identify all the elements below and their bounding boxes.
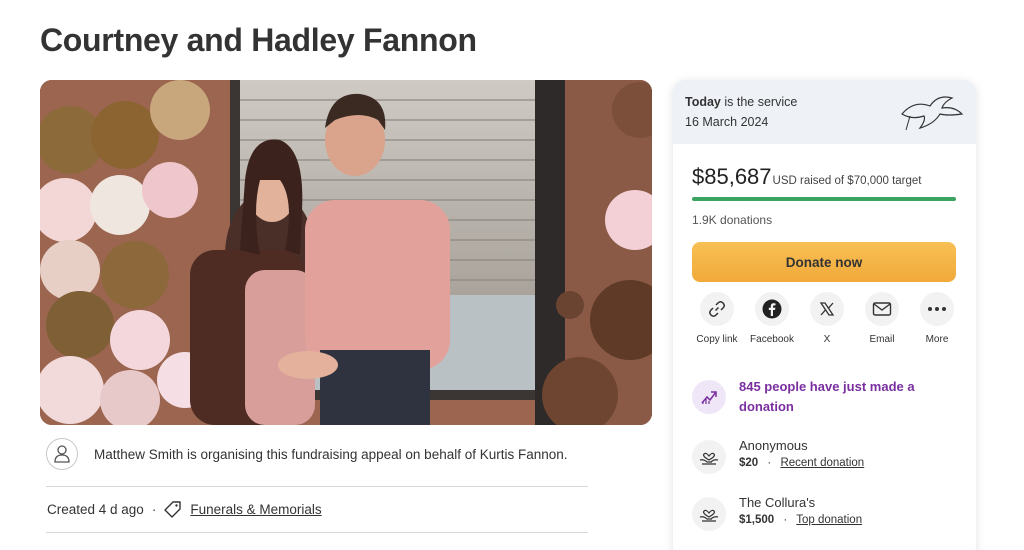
created-date: Created 4 d ago: [47, 501, 144, 517]
organiser-row: Matthew Smith is organising this fundrai…: [46, 438, 568, 470]
share-x[interactable]: X: [802, 292, 852, 346]
share-options: Copy link Facebook X Email More: [692, 292, 962, 346]
heart-hands-icon: [692, 440, 726, 474]
divider: [46, 532, 588, 533]
donate-now-button[interactable]: Donate now: [692, 242, 956, 282]
user-avatar-icon: [46, 438, 78, 470]
share-label: Facebook: [750, 334, 794, 345]
share-more[interactable]: More: [912, 292, 962, 346]
dove-logo-icon: [901, 96, 964, 131]
share-facebook[interactable]: Facebook: [747, 292, 797, 346]
progress-bar: [692, 197, 956, 201]
donor-name: Anonymous: [739, 438, 808, 453]
raised-target: USD raised of $70,000 target: [772, 175, 922, 187]
more-icon[interactable]: [920, 292, 954, 326]
share-label: Copy link: [696, 334, 738, 345]
category-link[interactable]: Funerals & Memorials: [190, 502, 321, 517]
raised-amount: $85,687: [692, 164, 772, 189]
facebook-icon[interactable]: [755, 292, 789, 326]
donor-item: Anonymous $20 · Recent donation: [692, 438, 864, 474]
donor-name: The Collura's: [739, 495, 816, 510]
divider: [46, 486, 588, 487]
link-icon[interactable]: [700, 292, 734, 326]
today-rest: is the service: [720, 95, 798, 109]
recent-donation-link[interactable]: Recent donation: [780, 457, 864, 469]
campaign-photo[interactable]: [40, 80, 652, 425]
donor-item: The Collura's $1,500 · Top donation: [692, 495, 862, 531]
service-banner: Today is the service 16 March 2024: [673, 80, 976, 144]
amount-raised: $85,687 USD raised of $70,000 target: [692, 164, 921, 190]
recent-activity: 845 people have just made a donation: [692, 377, 939, 417]
trending-up-icon: [692, 380, 726, 414]
share-copy-link[interactable]: Copy link: [692, 292, 742, 346]
donation-card: Today is the service 16 March 2024 $85,6…: [673, 80, 976, 550]
meta-separator: ·: [151, 501, 157, 517]
donor-amount: $20: [739, 457, 759, 469]
share-label: More: [925, 334, 949, 345]
progress-fill: [692, 197, 956, 201]
page-title: Courtney and Hadley Fannon: [40, 22, 477, 58]
campaign-meta: Created 4 d ago · Funerals & Memorials: [47, 500, 322, 518]
share-label: X: [823, 334, 831, 345]
share-email[interactable]: Email: [857, 292, 907, 346]
donations-count: 1.9K donations: [692, 213, 773, 227]
organiser-text: Matthew Smith is organising this fundrai…: [94, 446, 568, 462]
x-icon[interactable]: [810, 292, 844, 326]
donor-separator: ·: [783, 514, 788, 526]
tag-icon: [164, 500, 182, 518]
share-label: Email: [869, 334, 895, 345]
heart-hands-icon: [692, 497, 726, 531]
couple-photo-image: [40, 80, 652, 425]
activity-text: 845 people have just made a donation: [739, 379, 915, 414]
top-donation-link[interactable]: Top donation: [796, 514, 862, 526]
today-label: Today: [685, 95, 721, 109]
donor-amount: $1,500: [739, 514, 775, 526]
mail-icon[interactable]: [865, 292, 899, 326]
donor-separator: ·: [767, 457, 772, 469]
